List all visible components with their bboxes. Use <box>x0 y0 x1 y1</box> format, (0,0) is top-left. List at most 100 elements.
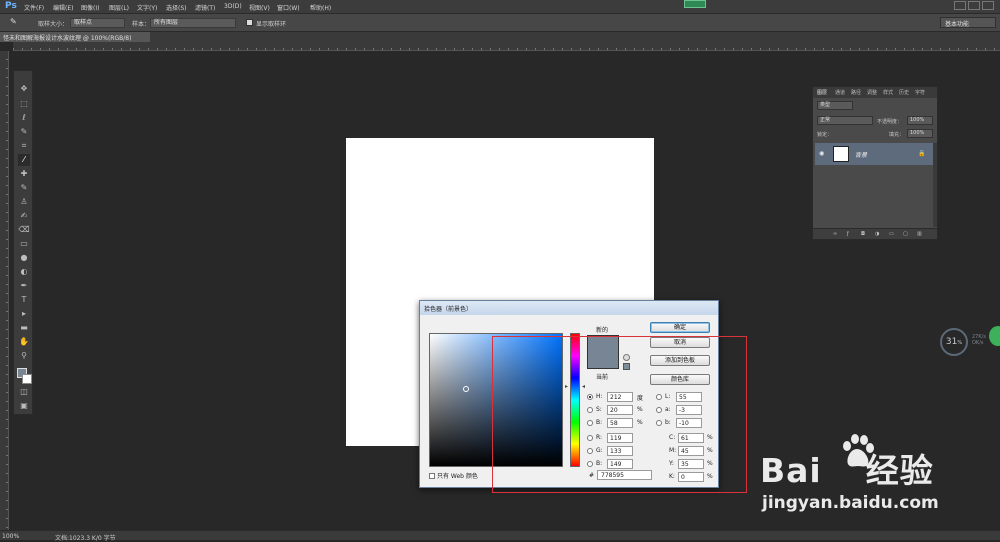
quick-mask-icon[interactable]: ◫ <box>18 386 30 398</box>
menu-help[interactable]: 帮助(H) <box>310 3 331 12</box>
tab-history[interactable]: 历史 <box>899 89 909 96</box>
dodge-tool-icon[interactable]: ◐ <box>18 266 30 278</box>
fill-input[interactable]: 100% <box>907 129 933 138</box>
screen-mode-icon[interactable]: ▣ <box>18 400 30 412</box>
options-bar: ✎ 取样大小： 取样点 样本： 所有图层 显示取样环 基本功能 <box>0 14 1000 32</box>
sample-label: 样本： <box>132 21 151 28</box>
clone-stamp-tool-icon[interactable]: ♙ <box>18 196 30 208</box>
opacity-label: 不透明度： <box>877 119 903 125</box>
layers-scrollbar[interactable] <box>933 143 937 227</box>
menu-image[interactable]: 图像(I) <box>81 3 99 12</box>
speed-value: 31 <box>945 337 958 347</box>
dialog-title: 拾色器（前景色） <box>420 301 718 315</box>
history-brush-tool-icon[interactable]: ✍ <box>18 210 30 222</box>
gradient-tool-icon[interactable]: ▭ <box>18 238 30 250</box>
zoom-level[interactable]: 100% <box>2 533 19 540</box>
menu-select[interactable]: 选择(S) <box>166 3 187 12</box>
new-group-icon[interactable]: ▭ <box>889 231 894 237</box>
ok-button[interactable]: 确定 <box>650 322 710 333</box>
speed-unit: % <box>957 340 963 346</box>
watermark-url: jingyan.baidu.com <box>762 493 939 513</box>
show-ring-checkbox[interactable] <box>246 19 253 26</box>
ruler-horizontal[interactable] <box>13 42 1000 51</box>
tab-styles[interactable]: 样式 <box>883 89 893 96</box>
eyedropper-tool-icon[interactable]: ⁄ <box>18 154 30 166</box>
layer-style-icon[interactable]: ƒ <box>847 231 849 237</box>
menu-edit[interactable]: 编辑(E) <box>53 3 73 12</box>
type-tool-icon[interactable]: T <box>18 294 30 306</box>
web-only-checkbox[interactable] <box>429 473 435 479</box>
menu-layer[interactable]: 图层(L) <box>109 3 129 12</box>
tab-character[interactable]: 字符 <box>915 89 925 96</box>
lasso-tool-icon[interactable]: ℓ <box>18 112 30 124</box>
lock-label: 锁定： <box>817 132 833 138</box>
menu-type[interactable]: 文字(Y) <box>137 3 157 12</box>
new-color-label: 新的 <box>596 327 609 334</box>
lock-icon: 🔒 <box>918 150 926 157</box>
layers-panel: 图层 通道 路径 调整 样式 历史 字符 类型 正常 不透明度： 100% 锁定… <box>812 86 938 240</box>
speed-details: 27K/s OK/s <box>972 334 986 346</box>
ruler-vertical[interactable] <box>0 51 9 531</box>
menu-file[interactable]: 文件(F) <box>24 3 44 12</box>
menu-view[interactable]: 视图(V) <box>249 3 270 12</box>
layer-thumbnail <box>833 146 849 162</box>
zoom-tool-icon[interactable]: ⚲ <box>18 350 30 362</box>
add-mask-icon[interactable]: ◘ <box>861 231 865 237</box>
window-controls <box>952 1 996 11</box>
sample-select[interactable]: 所有图层 <box>150 18 236 28</box>
download-speed: OK/s <box>972 340 984 346</box>
network-speed-badge[interactable]: 31% <box>940 328 968 356</box>
shape-tool-icon[interactable]: ▬ <box>18 322 30 334</box>
layers-footer: ∞ ƒ ◘ ◑ ▭ ▢ ▥ <box>813 228 937 239</box>
eraser-tool-icon[interactable]: ⌫ <box>18 224 30 236</box>
status-bar: 100% 文档:1023.3 K/0 字节 <box>0 530 1000 542</box>
close-icon[interactable] <box>982 1 994 10</box>
layer-row-background[interactable]: ◉ 背景 🔒 <box>815 143 933 165</box>
floating-badge <box>684 0 706 8</box>
opacity-input[interactable]: 100% <box>907 116 933 125</box>
maximize-icon[interactable] <box>968 1 980 10</box>
ps-logo: Ps <box>5 1 17 11</box>
adjustment-layer-icon[interactable]: ◑ <box>875 231 879 237</box>
healing-brush-tool-icon[interactable]: ✚ <box>18 168 30 180</box>
eyedropper-icon[interactable]: ✎ <box>10 17 17 26</box>
sample-size-select[interactable]: 取样点 <box>70 18 125 28</box>
minimize-icon[interactable] <box>954 1 966 10</box>
document-info[interactable]: 文档:1023.3 K/0 字节 <box>55 533 116 542</box>
link-layers-icon[interactable]: ∞ <box>833 231 837 237</box>
pen-tool-icon[interactable]: ✒ <box>18 280 30 292</box>
tab-adjustments[interactable]: 调整 <box>867 89 877 96</box>
marquee-tool-icon[interactable]: ⬚ <box>18 98 30 110</box>
tab-channels[interactable]: 通道 <box>835 89 845 96</box>
visibility-eye-icon[interactable]: ◉ <box>819 150 824 157</box>
watermark-brand-left: Bai <box>760 451 822 490</box>
background-color-swatch[interactable] <box>22 374 32 384</box>
web-only-option[interactable]: 只有 Web 颜色 <box>429 471 478 480</box>
workspace-select[interactable]: 基本功能 <box>940 17 996 28</box>
document-tab[interactable]: 怪未和图解海报设计水波纹理 @ 100%(RGB/8) <box>0 32 150 42</box>
new-layer-icon[interactable]: ▢ <box>903 231 908 237</box>
baidu-paw-icon <box>843 434 874 467</box>
quick-select-tool-icon[interactable]: ✎ <box>18 126 30 138</box>
color-selection-ring[interactable] <box>463 386 469 392</box>
layer-filter-select[interactable]: 类型 <box>817 101 853 110</box>
tab-paths[interactable]: 路径 <box>851 89 861 96</box>
annotation-highlight-box <box>492 336 747 493</box>
blend-mode-select[interactable]: 正常 <box>817 116 873 125</box>
crop-tool-icon[interactable]: ⌗ <box>18 140 30 152</box>
layer-name[interactable]: 背景 <box>855 150 867 159</box>
menu-3d[interactable]: 3D(D) <box>224 3 242 10</box>
menu-window[interactable]: 窗口(W) <box>277 3 300 12</box>
fill-label: 填充： <box>889 132 905 138</box>
blur-tool-icon[interactable]: ● <box>18 252 30 264</box>
path-select-tool-icon[interactable]: ▸ <box>18 308 30 320</box>
green-status-icon[interactable] <box>989 326 1000 346</box>
hand-tool-icon[interactable]: ✋ <box>18 336 30 348</box>
brush-tool-icon[interactable]: ✎ <box>18 182 30 194</box>
menu-filter[interactable]: 滤镜(T) <box>195 3 215 12</box>
tab-layers[interactable]: 图层 <box>817 89 827 96</box>
layers-panel-tabs: 图层 通道 路径 调整 样式 历史 字符 <box>813 87 937 98</box>
show-ring-label: 显示取样环 <box>256 21 287 28</box>
delete-layer-icon[interactable]: ▥ <box>917 231 922 237</box>
move-tool-icon[interactable]: ✥ <box>18 83 30 95</box>
